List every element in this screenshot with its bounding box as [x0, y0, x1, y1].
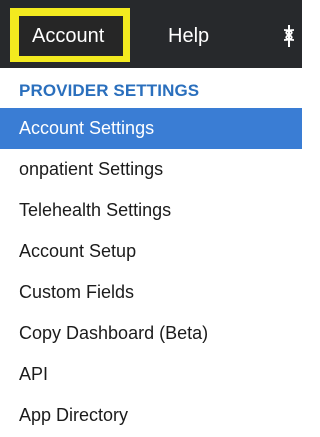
menu-item-copy-dashboard[interactable]: Copy Dashboard (Beta) [0, 313, 302, 354]
help-menu-tab[interactable]: Help [168, 16, 209, 56]
provider-settings-menu: Account Settings onpatient Settings Tele… [0, 108, 302, 436]
provider-settings-heading: PROVIDER SETTINGS [19, 81, 200, 100]
menu-item-account-setup[interactable]: Account Setup [0, 231, 302, 272]
top-navigation-bar: Account Help [0, 0, 302, 73]
menu-item-custom-fields[interactable]: Custom Fields [0, 272, 302, 313]
caduceus-icon[interactable] [281, 16, 302, 56]
menu-item-telehealth-settings[interactable]: Telehealth Settings [0, 190, 302, 231]
menu-item-api[interactable]: API [0, 354, 302, 395]
menu-item-onpatient-settings[interactable]: onpatient Settings [0, 149, 302, 190]
menu-item-app-directory[interactable]: App Directory [0, 395, 302, 436]
menu-item-account-settings[interactable]: Account Settings [0, 108, 302, 149]
account-menu-tab[interactable]: Account [19, 16, 123, 56]
